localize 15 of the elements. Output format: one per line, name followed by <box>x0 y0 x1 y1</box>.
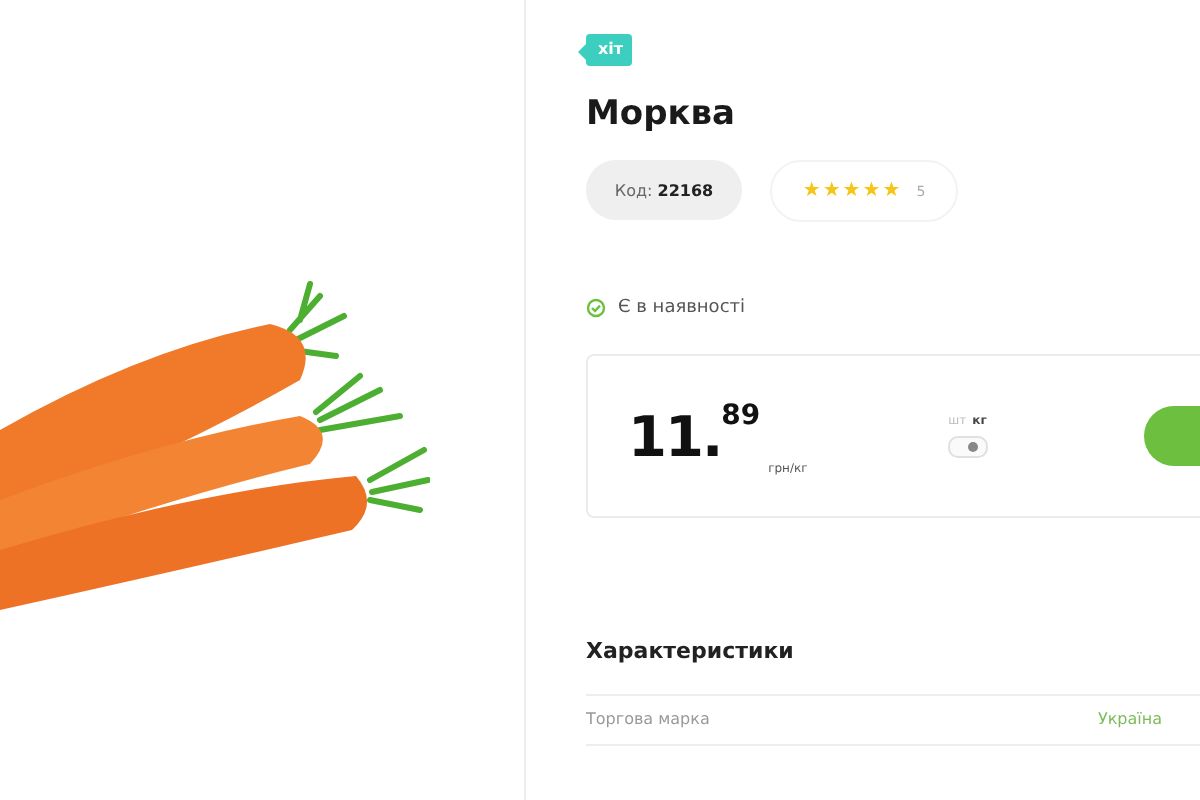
characteristics-title: Характеристики <box>586 638 794 664</box>
price-whole: 11. <box>628 403 722 469</box>
star-icon: ★ <box>862 181 881 201</box>
price-fraction: 89 <box>721 400 761 432</box>
product-title: Морква <box>586 94 736 134</box>
stock-status: Є в наявності <box>618 298 746 318</box>
star-icon: ★ <box>842 181 861 201</box>
unit-toggle[interactable] <box>947 436 988 458</box>
star-icon: ★ <box>882 181 901 201</box>
characteristic-name: Торгова марка <box>586 710 710 728</box>
product-code: Код: 22168 <box>586 160 742 220</box>
characteristic-value: Україна <box>1097 710 1162 728</box>
buy-button[interactable] <box>1144 406 1200 466</box>
star-icon: ★ <box>802 181 821 201</box>
star-icon: ★ <box>822 181 841 201</box>
